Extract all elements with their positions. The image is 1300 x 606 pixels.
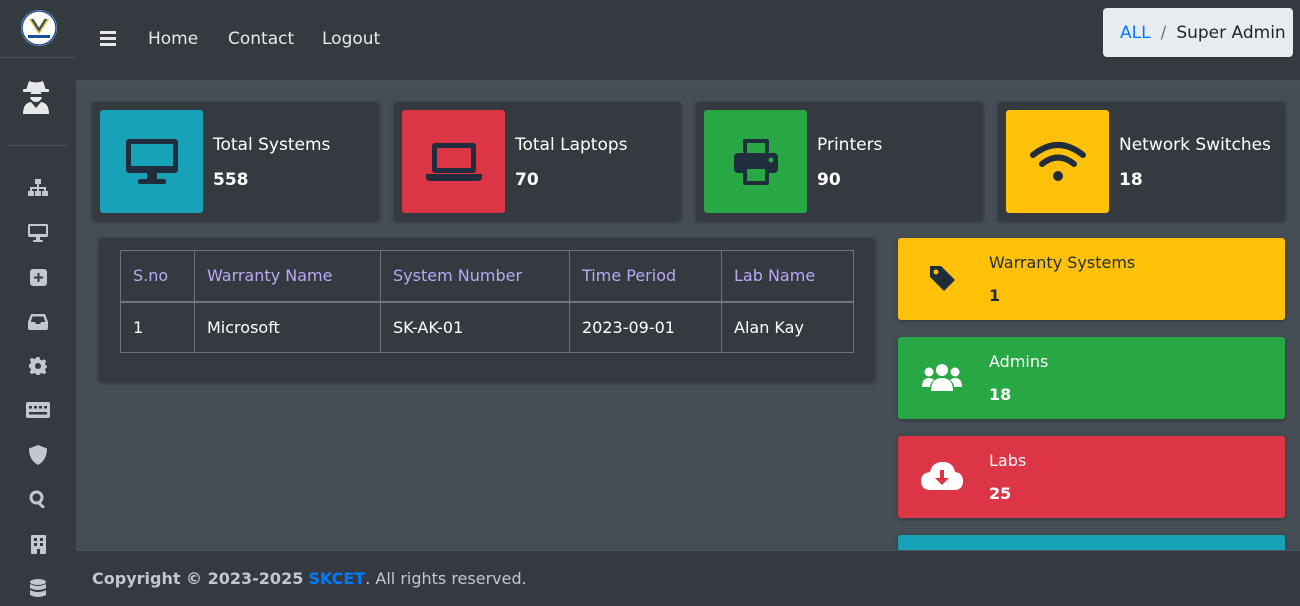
building-icon[interactable] xyxy=(26,532,50,556)
table-cell: Alan Kay xyxy=(721,301,854,353)
small-box-value: 1 xyxy=(989,286,1001,305)
wifi-icon xyxy=(1006,110,1109,213)
table-cell: SK-AK-01 xyxy=(380,301,570,353)
table-header-row: S.no Warranty Name System Number Time Pe… xyxy=(120,250,854,303)
breadcrumb-root-link[interactable]: ALL xyxy=(1120,23,1151,43)
table-row: 1 Microsoft SK-AK-01 2023-09-01 Alan Kay xyxy=(120,301,854,353)
column-header-warranty-name[interactable]: Warranty Name xyxy=(194,250,381,303)
desktop-icon xyxy=(100,110,203,213)
info-box-network-switches: Network Switches 18 xyxy=(998,102,1285,221)
sidebar-divider xyxy=(0,57,76,58)
nav-home-link[interactable]: Home xyxy=(148,29,198,49)
gear-icon[interactable] xyxy=(26,354,50,378)
info-box-label: Network Switches xyxy=(1119,135,1271,155)
top-navbar: Home Contact Logout ALL / Super Admin xyxy=(76,0,1300,81)
table-cell: 1 xyxy=(120,301,195,353)
users-icon xyxy=(920,359,964,395)
search-icon[interactable] xyxy=(26,487,50,511)
printer-icon xyxy=(704,110,807,213)
footer-rights: . All rights reserved. xyxy=(365,569,527,588)
column-header-time-period[interactable]: Time Period xyxy=(569,250,722,303)
brand-logo[interactable] xyxy=(21,10,57,46)
small-box-warranty-systems[interactable]: Warranty Systems 1 xyxy=(898,238,1285,320)
user-secret-icon[interactable] xyxy=(20,78,52,114)
table-cell: 2023-09-01 xyxy=(569,301,722,353)
small-box-label: Warranty Systems xyxy=(989,253,1136,272)
desktop-icon[interactable] xyxy=(26,221,50,245)
warranty-table-card: S.no Warranty Name System Number Time Pe… xyxy=(99,238,875,382)
sitemap-icon[interactable] xyxy=(26,176,50,200)
footer-brand-link[interactable]: SKCET xyxy=(308,569,365,588)
nav-logout-link[interactable]: Logout xyxy=(322,29,380,49)
database-icon[interactable] xyxy=(26,576,50,600)
plus-square-icon[interactable] xyxy=(26,265,50,289)
sidebar-divider xyxy=(8,145,68,146)
info-box-label: Total Laptops xyxy=(515,135,628,155)
small-box-value: 18 xyxy=(989,385,1012,404)
nav-contact-link[interactable]: Contact xyxy=(228,29,294,49)
info-box-label: Printers xyxy=(817,135,883,155)
info-box-total-laptops: Total Laptops 70 xyxy=(394,102,681,221)
info-box-total-systems: Total Systems 558 xyxy=(92,102,379,221)
info-box-value: 18 xyxy=(1119,170,1143,190)
menu-toggle-icon[interactable] xyxy=(100,31,116,46)
small-box-value: 25 xyxy=(989,484,1012,503)
laptop-icon xyxy=(402,110,505,213)
cloud-download-icon xyxy=(920,458,964,494)
tag-icon xyxy=(920,260,964,296)
shield-icon[interactable] xyxy=(26,443,50,467)
info-box-value: 558 xyxy=(213,170,249,190)
info-box-value: 90 xyxy=(817,170,841,190)
column-header-lab-name[interactable]: Lab Name xyxy=(721,250,854,303)
column-header-system-number[interactable]: System Number xyxy=(380,250,570,303)
small-box-labs[interactable]: Labs 25 xyxy=(898,436,1285,518)
keyboard-icon[interactable] xyxy=(26,398,50,422)
breadcrumb-separator: / xyxy=(1160,22,1167,43)
sidebar xyxy=(0,0,76,606)
warranty-table: S.no Warranty Name System Number Time Pe… xyxy=(120,250,854,353)
footer-copyright: Copyright © 2023-2025 xyxy=(92,569,304,588)
breadcrumb: ALL / Super Admin xyxy=(1103,8,1293,57)
info-box-value: 70 xyxy=(515,170,539,190)
info-box-printers: Printers 90 xyxy=(696,102,983,221)
inbox-icon[interactable] xyxy=(26,310,50,334)
info-box-label: Total Systems xyxy=(213,135,331,155)
footer: Copyright © 2023-2025 SKCET. All rights … xyxy=(76,550,1300,606)
small-box-label: Labs xyxy=(989,451,1027,470)
breadcrumb-current: Super Admin xyxy=(1176,22,1286,43)
table-cell: Microsoft xyxy=(194,301,381,353)
small-box-admins[interactable]: Admins 18 xyxy=(898,337,1285,419)
small-box-label: Admins xyxy=(989,352,1049,371)
column-header-sno[interactable]: S.no xyxy=(120,250,195,303)
